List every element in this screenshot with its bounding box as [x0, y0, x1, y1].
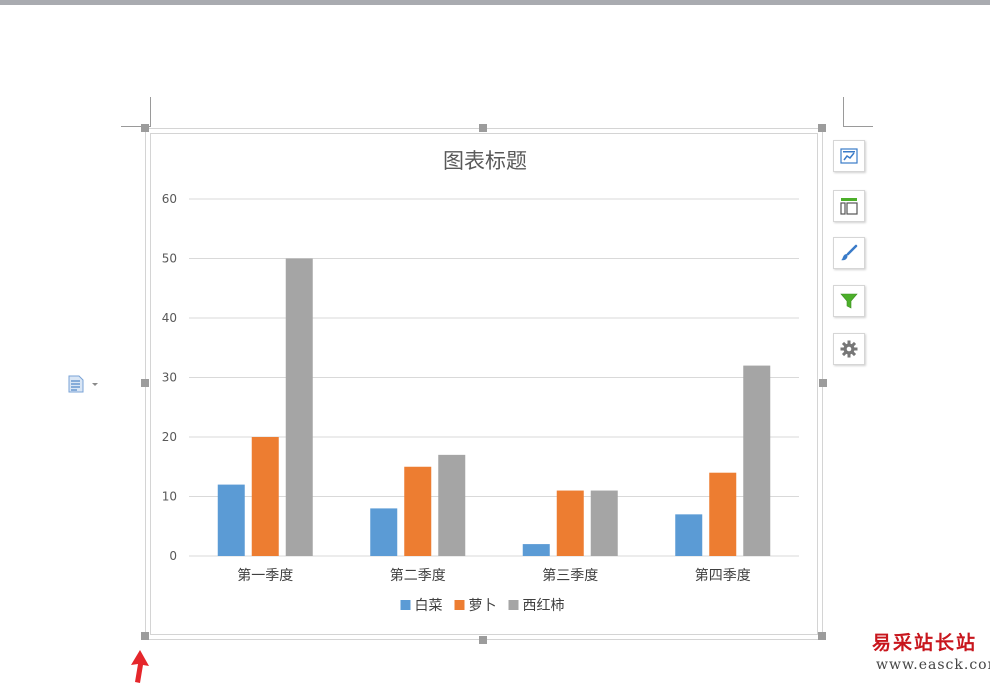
legend-swatch [400, 600, 411, 610]
legend-label[interactable]: 萝卜 [469, 598, 497, 614]
resize-handle-bottom-left[interactable] [141, 632, 149, 640]
x-tick-label: 第一季度 [237, 567, 293, 584]
y-tick-label: 40 [162, 311, 177, 325]
layout-options-icon [68, 375, 98, 393]
bar[interactable] [675, 514, 703, 556]
watermark: 易采站长站 www.easck.com [872, 628, 990, 678]
resize-handle-top-left[interactable] [141, 124, 149, 132]
arrow-annotation-icon [131, 650, 149, 683]
bar[interactable] [217, 484, 245, 556]
chart-layout-button[interactable] [833, 190, 865, 222]
bar[interactable] [404, 466, 432, 556]
legend-label[interactable]: 西红柿 [523, 597, 565, 614]
resize-handle-right[interactable] [819, 379, 827, 387]
crop-mark-top-right-horizontal [843, 126, 873, 127]
watermark-title: 易采站长站 [872, 632, 978, 654]
bar[interactable] [743, 365, 771, 556]
y-tick-label: 30 [162, 371, 177, 385]
y-tick-label: 20 [162, 430, 177, 444]
chart-filter-button[interactable] [833, 285, 865, 317]
resize-handle-left[interactable] [141, 379, 149, 387]
layout-options-button[interactable] [68, 375, 102, 393]
chart-style-icon [841, 244, 858, 261]
y-tick-label: 60 [162, 192, 177, 206]
crop-mark-top-left-vertical [150, 97, 151, 127]
bar[interactable] [556, 490, 584, 556]
bar[interactable] [709, 472, 737, 556]
chart-elements-button[interactable] [833, 140, 865, 172]
chart-style-button[interactable] [833, 237, 865, 269]
legend-swatch [454, 600, 465, 610]
chart-settings-icon [840, 340, 858, 358]
chart-filter-icon [840, 293, 858, 309]
bar[interactable] [285, 258, 313, 557]
resize-handle-top[interactable] [479, 124, 487, 132]
x-tick-label: 第二季度 [390, 567, 446, 584]
chart-area[interactable]: 图表标题 0 10 20 30 40 50 60 第一季度 第二季度 第三季度 第四季度 白菜 萝卜 西… [150, 133, 818, 635]
chart-title[interactable]: 图表标题 [443, 149, 527, 173]
y-tick-label: 0 [169, 549, 177, 563]
bar[interactable] [522, 544, 550, 556]
bar[interactable] [438, 454, 466, 556]
bar[interactable] [251, 437, 279, 556]
y-tick-label: 50 [162, 252, 177, 266]
resize-handle-bottom-right[interactable] [818, 632, 826, 640]
resize-handle-bottom[interactable] [479, 636, 487, 644]
chart-layout-icon [840, 198, 858, 215]
legend-swatch [508, 600, 519, 610]
chevron-down-icon [92, 383, 98, 386]
legend-label[interactable]: 白菜 [415, 598, 443, 614]
x-tick-label: 第四季度 [695, 567, 751, 584]
chart-settings-button[interactable] [833, 333, 865, 365]
resize-handle-top-right[interactable] [818, 124, 826, 132]
y-tick-label: 10 [162, 490, 177, 504]
chart-elements-icon [840, 148, 858, 164]
watermark-url: www.easck.com [876, 657, 990, 673]
bar[interactable] [590, 490, 618, 556]
bar-chart: 图表标题 0 10 20 30 40 50 60 第一季度 第二季度 第三季度 第四季度 白菜 萝卜 西… [162, 149, 799, 614]
crop-mark-top-right-vertical [843, 97, 844, 127]
x-tick-label: 第三季度 [542, 567, 598, 584]
bar[interactable] [370, 508, 398, 556]
window-top-strip [0, 0, 990, 5]
